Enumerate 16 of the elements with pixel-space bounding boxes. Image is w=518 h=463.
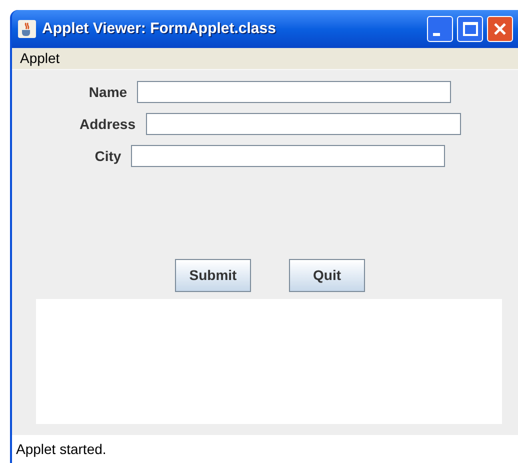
field-label: Address bbox=[79, 114, 136, 134]
menu-item[interactable]: Applet bbox=[20, 48, 60, 69]
text-field[interactable] bbox=[146, 113, 461, 135]
minimize-button[interactable] bbox=[427, 16, 453, 42]
window-title: Applet Viewer: FormApplet.class bbox=[42, 18, 276, 39]
maximize-button[interactable] bbox=[457, 16, 483, 42]
text-field[interactable] bbox=[131, 145, 446, 167]
field-label: City bbox=[94, 146, 122, 166]
text-field[interactable] bbox=[137, 81, 452, 103]
status-text: Applet started. bbox=[16, 440, 106, 459]
close-button[interactable] bbox=[487, 16, 513, 42]
form-button[interactable]: Submit bbox=[175, 259, 251, 292]
close-icon[interactable] bbox=[493, 22, 507, 36]
form-button[interactable]: Quit bbox=[289, 259, 365, 292]
java-cup-icon bbox=[18, 20, 36, 38]
field-label: Name bbox=[88, 82, 128, 102]
